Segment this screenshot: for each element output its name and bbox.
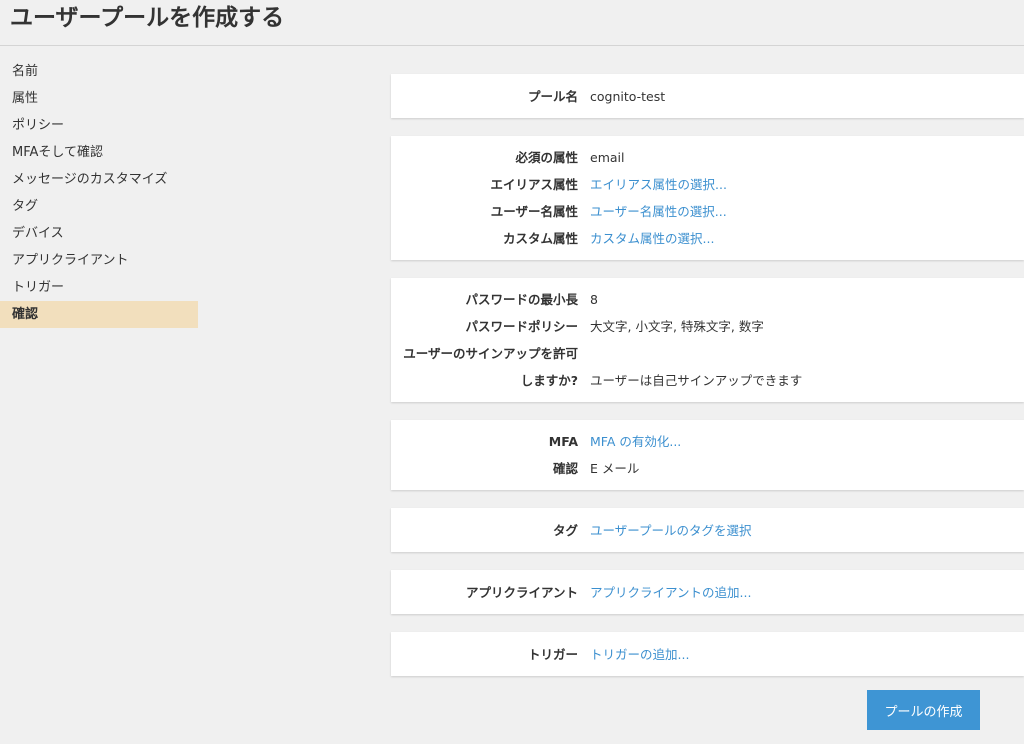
signup-permission-value: ユーザーは自己サインアップできます [590,373,803,388]
sidebar-item-devices[interactable]: デバイス [0,220,198,247]
sidebar-item-message-customization[interactable]: メッセージのカスタマイズ [0,166,198,193]
app-clients-row: アプリクライアント アプリクライアントの追加... [391,579,1024,606]
pool-name-label: プール名 [527,89,578,104]
mfa-card: MFA MFA の有効化... 確認 E メール [391,420,1024,490]
signup-permission-row-line1: ユーザーのサインアップを許可 [391,340,1024,367]
sidebar-item-mfa-verification[interactable]: MFAそして確認 [0,139,198,166]
password-policy-value: 大文字, 小文字, 特殊文字, 数字 [590,319,764,334]
password-min-length-value: 8 [590,292,598,307]
sidebar-item-tags[interactable]: タグ [0,193,198,220]
required-attributes-row: 必須の属性 email [391,144,1024,171]
custom-attributes-row: カスタム属性 カスタム属性の選択... [391,225,1024,252]
required-attributes-label: 必須の属性 [515,150,578,165]
triggers-card: トリガー トリガーの追加... [391,632,1024,676]
password-policy-row: パスワードポリシー 大文字, 小文字, 特殊文字, 数字 [391,313,1024,340]
app-clients-label: アプリクライアント [465,585,578,600]
create-pool-button[interactable]: プールの作成 [867,690,980,730]
sidebar-nav: 名前 属性 ポリシー MFAそして確認 メッセージのカスタマイズ タグ デバイス… [0,58,198,328]
page-title: ユーザープールを作成する [10,5,285,31]
mfa-row: MFA MFA の有効化... [391,428,1024,455]
add-app-client-link[interactable]: アプリクライアントの追加... [590,579,751,606]
triggers-label: トリガー [527,647,578,662]
policies-card: パスワードの最小長 8 パスワードポリシー 大文字, 小文字, 特殊文字, 数字… [391,278,1024,402]
sidebar-item-attributes[interactable]: 属性 [0,85,198,112]
mfa-label: MFA [548,434,578,449]
sidebar-item-policies[interactable]: ポリシー [0,112,198,139]
password-min-length-label: パスワードの最小長 [465,292,578,307]
sidebar-item-name[interactable]: 名前 [0,58,198,85]
sidebar-item-review[interactable]: 確認 [0,301,198,328]
tags-card: タグ ユーザープールのタグを選択 [391,508,1024,552]
signup-permission-label-line2: しますか? [520,373,578,388]
sidebar-item-app-clients[interactable]: アプリクライアント [0,247,198,274]
verification-label: 確認 [552,461,578,476]
triggers-row: トリガー トリガーの追加... [391,641,1024,668]
alias-attributes-row: エイリアス属性 エイリアス属性の選択... [391,171,1024,198]
verification-value: E メール [590,461,640,476]
enable-mfa-link[interactable]: MFA の有効化... [590,428,681,455]
select-tags-link[interactable]: ユーザープールのタグを選択 [590,517,752,544]
select-username-attributes-link[interactable]: ユーザー名属性の選択... [590,198,727,225]
password-min-length-row: パスワードの最小長 8 [391,286,1024,313]
alias-attributes-label: エイリアス属性 [490,177,578,192]
tags-label: タグ [552,523,578,538]
select-alias-attributes-link[interactable]: エイリアス属性の選択... [590,171,727,198]
select-custom-attributes-link[interactable]: カスタム属性の選択... [590,225,714,252]
app-clients-card: アプリクライアント アプリクライアントの追加... [391,570,1024,614]
username-attributes-row: ユーザー名属性 ユーザー名属性の選択... [391,198,1024,225]
pool-name-card: プール名 cognito-test [391,74,1024,118]
pool-name-value: cognito-test [590,89,666,104]
signup-permission-row-line2: しますか? ユーザーは自己サインアップできます [391,367,1024,394]
required-attributes-value: email [590,150,625,165]
verification-row: 確認 E メール [391,455,1024,482]
username-attributes-label: ユーザー名属性 [490,204,578,219]
custom-attributes-label: カスタム属性 [502,231,578,246]
add-trigger-link[interactable]: トリガーの追加... [590,641,689,668]
signup-permission-label-line1: ユーザーのサインアップを許可 [403,346,578,361]
password-policy-label: パスワードポリシー [465,319,578,334]
page-header: ユーザープールを作成する [0,0,1024,46]
pool-name-row: プール名 cognito-test [391,83,1024,110]
attributes-card: 必須の属性 email エイリアス属性 エイリアス属性の選択... ユーザー名属… [391,136,1024,260]
tags-row: タグ ユーザープールのタグを選択 [391,517,1024,544]
sidebar-item-triggers[interactable]: トリガー [0,274,198,301]
